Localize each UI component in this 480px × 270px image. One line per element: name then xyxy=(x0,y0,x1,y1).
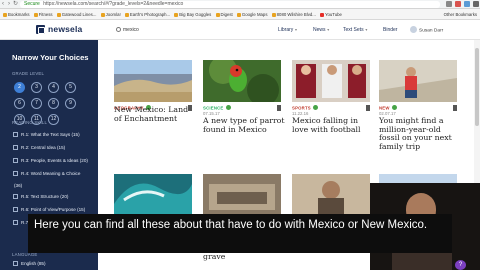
sidebar-title: Narrow Your Choices xyxy=(12,53,89,62)
bookmark-item[interactable]: 8080 Wilshire Blvd... xyxy=(271,9,316,19)
checkbox[interactable] xyxy=(13,219,18,225)
bookmark-icon[interactable] xyxy=(277,105,281,111)
checkbox[interactable] xyxy=(13,131,18,137)
newsela-logo-icon[interactable] xyxy=(36,25,45,34)
article-thumbnail[interactable] xyxy=(379,60,457,102)
grade-button[interactable]: 3 xyxy=(31,82,42,93)
filter-checkbox[interactable]: R.4: Word Meaning & Choice xyxy=(13,170,80,177)
search-input[interactable]: mexico xyxy=(116,26,261,35)
url-field[interactable]: Secure https://newsela.com/search/#/?gra… xyxy=(20,1,440,8)
bookmark-item[interactable]: YouTube xyxy=(320,9,342,19)
article-title[interactable]: Mexico falling in love with football xyxy=(292,116,374,134)
search-query: mexico xyxy=(123,27,139,33)
bookmark-item[interactable]: Big Bay Goggles xyxy=(174,9,211,19)
extension-icon[interactable] xyxy=(446,1,452,7)
bookmark-icon[interactable] xyxy=(453,105,457,111)
article-thumbnail[interactable] xyxy=(203,174,281,216)
folder-icon xyxy=(174,12,179,17)
chevron-down-icon: ▼ xyxy=(364,28,369,32)
folder-icon xyxy=(124,12,129,17)
article-thumbnail[interactable] xyxy=(114,174,192,216)
bookmark-item[interactable]: Bookmarks xyxy=(3,9,30,19)
checkbox[interactable] xyxy=(13,170,18,176)
youtube-icon xyxy=(320,12,325,17)
chevron-down-icon: ▼ xyxy=(326,28,330,32)
filter-checkbox[interactable]: R.3: People, Events & Ideas (20) xyxy=(13,157,88,164)
checkbox[interactable] xyxy=(13,206,18,212)
filter-checkbox[interactable]: R.2: Central Idea (15) xyxy=(13,144,65,151)
reading-skill-label: READING SKILL xyxy=(12,120,48,125)
secure-label: Secure xyxy=(24,1,40,7)
article-thumbnail[interactable] xyxy=(203,60,281,102)
article-thumbnail[interactable] xyxy=(292,60,370,102)
scrollbar-thumb[interactable] xyxy=(475,48,479,126)
checkbox[interactable] xyxy=(13,144,18,150)
bookmark-item[interactable]: Google Maps xyxy=(236,9,267,19)
grade-level-label: GRADE LEVEL xyxy=(12,71,45,76)
user-menu[interactable]: Susan Darr xyxy=(410,26,443,36)
avatar xyxy=(410,26,417,33)
url-text: https://newsela.com/search/#/?grade_leve… xyxy=(43,1,184,7)
nav-binder[interactable]: Binder xyxy=(383,27,397,34)
extension-icon[interactable] xyxy=(455,1,461,7)
bookmark-item[interactable]: Joomla! xyxy=(100,9,121,19)
help-button[interactable]: ? xyxy=(455,260,466,270)
grade-button[interactable]: 6 xyxy=(14,98,25,109)
bookmarks-bar: Bookmarks Fitness Gatewood Lines... Joom… xyxy=(0,9,480,20)
bookmark-item[interactable]: Earth's Photograph... xyxy=(124,9,170,19)
nav-text-sets[interactable]: Text Sets▼ xyxy=(343,27,368,34)
grade-button[interactable]: 7 xyxy=(31,98,42,109)
level-icon xyxy=(225,105,231,110)
filter-checkbox[interactable]: R.1: What the Text Says (15) xyxy=(13,131,80,138)
reload-icon[interactable]: ↻ xyxy=(13,1,19,7)
bookmark-item[interactable]: Fitness xyxy=(33,9,53,19)
filter-checkbox[interactable]: R.5: Text Structure (20) xyxy=(13,193,68,200)
grade-button[interactable]: 4 xyxy=(48,82,59,93)
checkbox[interactable] xyxy=(13,260,18,266)
level-icon xyxy=(312,105,318,110)
nav-news[interactable]: News▼ xyxy=(313,27,330,34)
article-title[interactable]: You might find a million-year-old fossil… xyxy=(379,116,461,151)
nav-library[interactable]: Library▼ xyxy=(278,27,298,34)
folder-icon xyxy=(100,12,105,17)
article-title[interactable]: New Mexico: Land of Enchantment xyxy=(114,105,196,123)
extension-icon[interactable] xyxy=(464,1,470,7)
folder-icon xyxy=(33,12,38,17)
grade-button[interactable]: 8 xyxy=(48,98,59,109)
bookmark-item[interactable]: Digest xyxy=(215,9,233,19)
search-icon xyxy=(116,26,121,32)
article-thumbnail[interactable] xyxy=(292,174,370,216)
map-icon xyxy=(236,12,241,17)
video-caption: Here you can find all these about that h… xyxy=(28,214,452,253)
article-title[interactable]: A new type of parrot found in Mexico xyxy=(203,116,285,134)
article-thumbnail[interactable] xyxy=(114,60,192,102)
grade-button[interactable]: 12 xyxy=(48,114,59,125)
filter-checkbox[interactable]: R.6: Point of View/Purpose (15) xyxy=(13,206,85,213)
bookmark-icon[interactable] xyxy=(366,105,370,111)
browser-address-bar: ‹ › ↻ Secure https://newsela.com/search/… xyxy=(0,0,480,9)
folder-icon xyxy=(56,12,61,17)
logo-text[interactable]: newsela xyxy=(48,25,82,34)
other-bookmarks[interactable]: Other Bookmarks xyxy=(444,9,477,19)
filter-checkbox[interactable]: English (85) xyxy=(13,260,46,267)
folder-icon xyxy=(271,12,276,17)
menu-icon[interactable] xyxy=(473,1,479,7)
filter-count: (36) xyxy=(14,183,23,188)
grade-button[interactable]: 2 xyxy=(14,82,25,93)
extension-icons xyxy=(446,1,479,8)
folder-icon xyxy=(3,12,7,17)
chevron-down-icon: ▼ xyxy=(294,28,298,32)
grade-button[interactable]: 9 xyxy=(65,98,76,109)
grade-button[interactable]: 5 xyxy=(65,82,76,93)
user-name: Susan Darr xyxy=(419,28,444,34)
bookmark-item[interactable]: Gatewood Lines... xyxy=(56,9,96,19)
checkbox[interactable] xyxy=(13,193,18,199)
checkbox[interactable] xyxy=(13,157,18,163)
folder-icon xyxy=(215,12,220,17)
level-icon xyxy=(391,105,397,110)
app-header: newsela mexico Library▼ News▼ Text Sets▼… xyxy=(0,20,480,40)
